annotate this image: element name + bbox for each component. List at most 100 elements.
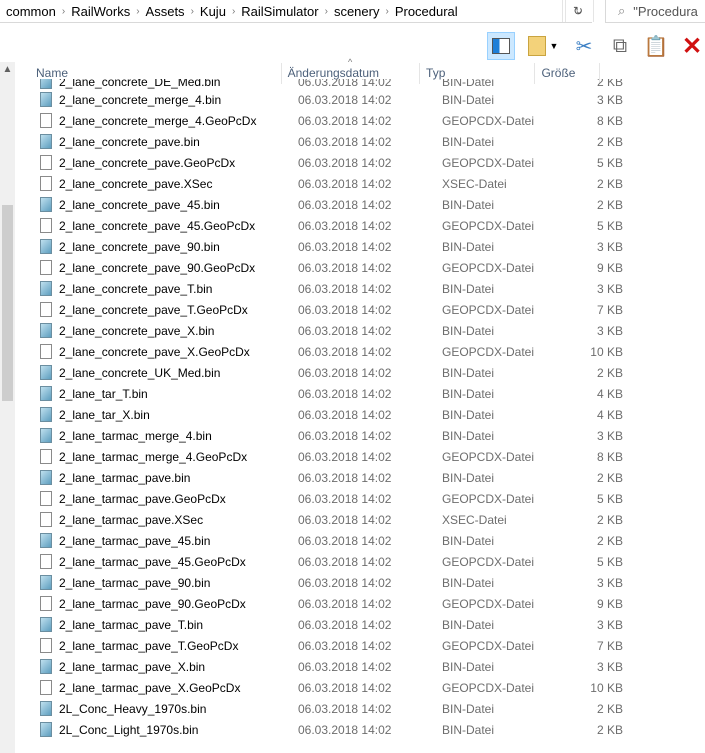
file-row[interactable]: 2_lane_concrete_pave.GeoPcDx 06.03.2018 …	[30, 152, 630, 173]
file-size: 5 KB	[596, 218, 623, 233]
file-date: 06.03.2018 14:02	[298, 554, 392, 569]
file-list: 2_lane_concrete_DE_Med.bin 06.03.2018 14…	[30, 79, 630, 740]
breadcrumb-item[interactable]: Kuju	[200, 4, 226, 19]
file-name: 2_lane_tarmac_pave_T.GeoPcDx	[59, 638, 239, 653]
copy-icon[interactable]: ⧉	[607, 33, 633, 59]
file-row[interactable]: 2_lane_concrete_pave_T.GeoPcDx 06.03.201…	[30, 299, 630, 320]
file-row[interactable]: 2_lane_concrete_DE_Med.bin 06.03.2018 14…	[30, 79, 630, 89]
bin-file-icon	[40, 365, 52, 380]
breadcrumb-item[interactable]: scenery	[334, 4, 380, 19]
properties-icon[interactable]: ▼	[525, 33, 561, 59]
file-size: 4 KB	[596, 386, 623, 401]
breadcrumb-item[interactable]: RailSimulator	[241, 4, 318, 19]
scrollbar-thumb[interactable]	[2, 205, 13, 401]
file-row[interactable]: 2_lane_concrete_UK_Med.bin 06.03.2018 14…	[30, 362, 630, 383]
cut-icon[interactable]: ✂	[571, 33, 597, 59]
preview-pane-icon[interactable]	[487, 32, 515, 60]
file-date: 06.03.2018 14:02	[298, 575, 392, 590]
file-row[interactable]: 2_lane_concrete_pave_90.bin 06.03.2018 1…	[30, 236, 630, 257]
file-row[interactable]: 2_lane_tarmac_pave.GeoPcDx 06.03.2018 14…	[30, 488, 630, 509]
bin-file-icon	[40, 134, 52, 149]
file-row[interactable]: 2_lane_concrete_pave_45.GeoPcDx 06.03.20…	[30, 215, 630, 236]
file-size: 2 KB	[596, 701, 623, 716]
file-name: 2_lane_concrete_pave_90.bin	[59, 239, 220, 254]
file-row[interactable]: 2_lane_tarmac_pave_X.GeoPcDx 06.03.2018 …	[30, 677, 630, 698]
file-type: BIN-Datei	[442, 239, 495, 254]
file-name-cell: 2_lane_concrete_pave_45.GeoPcDx	[30, 218, 292, 233]
refresh-icon[interactable]: ↻	[562, 0, 594, 22]
file-icon	[40, 512, 52, 527]
bin-file-icon	[40, 575, 52, 590]
file-type: BIN-Datei	[442, 386, 495, 401]
file-row[interactable]: 2_lane_tarmac_pave.bin 06.03.2018 14:02 …	[30, 467, 630, 488]
file-row[interactable]: 2_lane_tar_T.bin 06.03.2018 14:02 BIN-Da…	[30, 383, 630, 404]
file-row[interactable]: 2_lane_tarmac_pave_45.bin 06.03.2018 14:…	[30, 530, 630, 551]
file-name-cell: 2L_Conc_Heavy_1970s.bin	[30, 701, 292, 716]
file-type: BIN-Datei	[442, 428, 495, 443]
file-row[interactable]: 2_lane_concrete_pave.XSec 06.03.2018 14:…	[30, 173, 630, 194]
vertical-scrollbar[interactable]: ▲	[0, 62, 15, 753]
file-row[interactable]: 2_lane_tarmac_pave_X.bin 06.03.2018 14:0…	[30, 656, 630, 677]
file-size: 3 KB	[596, 281, 623, 296]
breadcrumb: common › RailWorks › Assets › Kuju › RailSimulat…	[0, 4, 565, 19]
file-row[interactable]: 2_lane_concrete_merge_4.bin 06.03.2018 1…	[30, 89, 630, 110]
breadcrumb-item[interactable]: common	[6, 4, 56, 19]
file-type: BIN-Datei	[442, 281, 495, 296]
file-row[interactable]: 2_lane_tarmac_pave.XSec 06.03.2018 14:02…	[30, 509, 630, 530]
scroll-up-icon[interactable]: ▲	[0, 64, 15, 75]
file-name-cell: 2_lane_concrete_UK_Med.bin	[30, 365, 292, 380]
file-row[interactable]: 2_lane_concrete_pave.bin 06.03.2018 14:0…	[30, 131, 630, 152]
breadcrumb-item[interactable]: Procedural	[395, 4, 458, 19]
file-size: 2 KB	[596, 134, 623, 149]
file-icon	[40, 260, 52, 275]
file-date: 06.03.2018 14:02	[298, 365, 392, 380]
search-input[interactable]: ⌕ "Procedura	[605, 0, 705, 23]
file-type: GEOPCDX-Datei	[442, 302, 535, 317]
file-row[interactable]: 2_lane_concrete_pave_X.bin 06.03.2018 14…	[30, 320, 630, 341]
bin-file-icon	[40, 533, 52, 548]
file-row[interactable]: 2_lane_concrete_pave_45.bin 06.03.2018 1…	[30, 194, 630, 215]
breadcrumb-item[interactable]: Assets	[146, 4, 185, 19]
file-name-cell: 2_lane_tar_T.bin	[30, 386, 292, 401]
file-size: 2 KB	[596, 197, 623, 212]
file-date: 06.03.2018 14:02	[298, 449, 392, 464]
file-icon	[40, 638, 52, 653]
file-row[interactable]: 2_lane_tarmac_pave_90.GeoPcDx 06.03.2018…	[30, 593, 630, 614]
file-row[interactable]: 2_lane_tarmac_merge_4.GeoPcDx 06.03.2018…	[30, 446, 630, 467]
breadcrumb-item[interactable]: RailWorks	[71, 4, 130, 19]
bin-file-icon	[40, 470, 52, 485]
file-name-cell: 2_lane_tarmac_merge_4.bin	[30, 428, 292, 443]
file-date: 06.03.2018 14:02	[298, 470, 392, 485]
file-name-cell: 2_lane_concrete_pave_90.GeoPcDx	[30, 260, 292, 275]
file-icon	[40, 155, 52, 170]
file-name: 2_lane_tarmac_pave.GeoPcDx	[59, 491, 226, 506]
delete-icon[interactable]: ✕	[679, 33, 705, 60]
file-name: 2_lane_concrete_pave_X.GeoPcDx	[59, 344, 250, 359]
file-row[interactable]: 2_lane_concrete_merge_4.GeoPcDx 06.03.20…	[30, 110, 630, 131]
address-bar[interactable]: common › RailWorks › Assets › Kuju › RailSimulat…	[0, 0, 592, 23]
file-name-cell: 2_lane_tarmac_pave.bin	[30, 470, 292, 485]
file-type: GEOPCDX-Datei	[442, 155, 535, 170]
file-type: BIN-Datei	[442, 134, 495, 149]
file-row[interactable]: 2_lane_tarmac_pave_T.GeoPcDx 06.03.2018 …	[30, 635, 630, 656]
file-row[interactable]: 2_lane_concrete_pave_X.GeoPcDx 06.03.201…	[30, 341, 630, 362]
file-date: 06.03.2018 14:02	[298, 323, 392, 338]
file-name: 2_lane_concrete_merge_4.bin	[59, 92, 222, 107]
file-row[interactable]: 2_lane_tarmac_pave_T.bin 06.03.2018 14:0…	[30, 614, 630, 635]
file-name: 2_lane_concrete_pave_X.bin	[59, 323, 215, 338]
file-row[interactable]: 2_lane_tarmac_pave_90.bin 06.03.2018 14:…	[30, 572, 630, 593]
file-row[interactable]: 2_lane_tarmac_pave_45.GeoPcDx 06.03.2018…	[30, 551, 630, 572]
file-row[interactable]: 2_lane_concrete_pave_90.GeoPcDx 06.03.20…	[30, 257, 630, 278]
file-row[interactable]: 2_lane_tar_X.bin 06.03.2018 14:02 BIN-Da…	[30, 404, 630, 425]
file-row[interactable]: 2_lane_concrete_pave_T.bin 06.03.2018 14…	[30, 278, 630, 299]
file-size: 2 KB	[596, 722, 623, 737]
paste-icon[interactable]: 📋	[643, 33, 669, 59]
file-date: 06.03.2018 14:02	[298, 176, 392, 191]
file-type: GEOPCDX-Datei	[442, 680, 535, 695]
file-row[interactable]: 2L_Conc_Light_1970s.bin 06.03.2018 14:02…	[30, 719, 630, 740]
file-row[interactable]: 2_lane_tarmac_merge_4.bin 06.03.2018 14:…	[30, 425, 630, 446]
file-name: 2_lane_tarmac_pave_45.GeoPcDx	[59, 554, 246, 569]
file-row[interactable]: 2L_Conc_Heavy_1970s.bin 06.03.2018 14:02…	[30, 698, 630, 719]
file-date: 06.03.2018 14:02	[298, 491, 392, 506]
file-type: GEOPCDX-Datei	[442, 260, 535, 275]
